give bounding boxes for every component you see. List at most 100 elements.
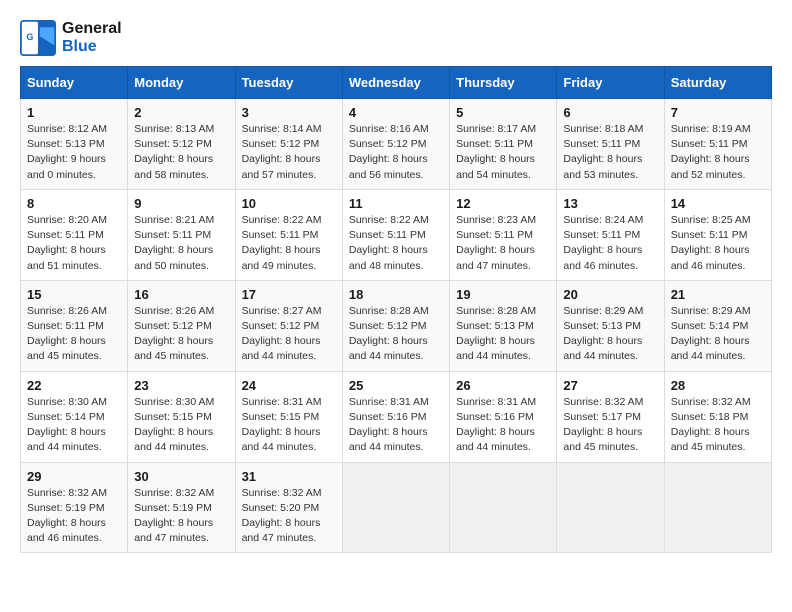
- weekday-header-thursday: Thursday: [450, 67, 557, 99]
- calendar-table: SundayMondayTuesdayWednesdayThursdayFrid…: [20, 66, 772, 553]
- day-detail: Sunrise: 8:17 AMSunset: 5:11 PMDaylight:…: [456, 122, 550, 183]
- calendar-cell: 7 Sunrise: 8:19 AMSunset: 5:11 PMDaylight…: [664, 99, 771, 190]
- day-detail: Sunrise: 8:29 AMSunset: 5:13 PMDaylight:…: [563, 304, 657, 365]
- calendar-cell: 28Sunrise: 8:32 AMSunset: 5:18 PMDayligh…: [664, 371, 771, 462]
- day-detail: Sunrise: 8:16 AMSunset: 5:12 PMDaylight:…: [349, 122, 443, 183]
- calendar-cell: 2 Sunrise: 8:13 AMSunset: 5:12 PMDaylight…: [128, 99, 235, 190]
- day-detail: Sunrise: 8:18 AMSunset: 5:11 PMDaylight:…: [563, 122, 657, 183]
- calendar-cell: 31 Sunrise: 8:32 AMSunset: 5:20 PMDayligh…: [235, 462, 342, 553]
- day-detail: Sunrise: 8:26 AMSunset: 5:11 PMDaylight:…: [27, 304, 121, 365]
- calendar-cell: 16Sunrise: 8:26 AMSunset: 5:12 PMDayligh…: [128, 280, 235, 371]
- day-number: 10: [242, 196, 336, 211]
- weekday-header-friday: Friday: [557, 67, 664, 99]
- calendar-cell: 22 Sunrise: 8:30 AMSunset: 5:14 PMDayligh…: [21, 371, 128, 462]
- day-detail: Sunrise: 8:22 AMSunset: 5:11 PMDaylight:…: [349, 213, 443, 274]
- day-number: 7: [671, 105, 765, 120]
- day-number: 8: [27, 196, 121, 211]
- weekday-header-row: SundayMondayTuesdayWednesdayThursdayFrid…: [21, 67, 772, 99]
- weekday-header-monday: Monday: [128, 67, 235, 99]
- day-number: 25: [349, 378, 443, 393]
- calendar-cell: 5 Sunrise: 8:17 AMSunset: 5:11 PMDaylight…: [450, 99, 557, 190]
- day-number: 4: [349, 105, 443, 120]
- weekday-header-saturday: Saturday: [664, 67, 771, 99]
- calendar-cell: 29Sunrise: 8:32 AMSunset: 5:19 PMDayligh…: [21, 462, 128, 553]
- day-number: 19: [456, 287, 550, 302]
- day-detail: Sunrise: 8:31 AMSunset: 5:16 PMDaylight:…: [456, 395, 550, 456]
- calendar-cell: 24 Sunrise: 8:31 AMSunset: 5:15 PMDayligh…: [235, 371, 342, 462]
- day-number: 6: [563, 105, 657, 120]
- calendar-cell: 30 Sunrise: 8:32 AMSunset: 5:19 PMDayligh…: [128, 462, 235, 553]
- day-detail: Sunrise: 8:28 AMSunset: 5:12 PMDaylight:…: [349, 304, 443, 365]
- calendar-cell: 14 Sunrise: 8:25 AMSunset: 5:11 PMDayligh…: [664, 189, 771, 280]
- day-detail: Sunrise: 8:32 AMSunset: 5:18 PMDaylight:…: [671, 395, 765, 456]
- day-number: 18: [349, 287, 443, 302]
- day-number: 5: [456, 105, 550, 120]
- day-detail: Sunrise: 8:27 AMSunset: 5:12 PMDaylight:…: [242, 304, 336, 365]
- calendar-cell: 20 Sunrise: 8:29 AMSunset: 5:13 PMDayligh…: [557, 280, 664, 371]
- calendar-cell: 23 Sunrise: 8:30 AMSunset: 5:15 PMDayligh…: [128, 371, 235, 462]
- day-number: 30: [134, 469, 228, 484]
- calendar-cell: 4 Sunrise: 8:16 AMSunset: 5:12 PMDaylight…: [342, 99, 449, 190]
- day-number: 23: [134, 378, 228, 393]
- calendar-cell: 6 Sunrise: 8:18 AMSunset: 5:11 PMDaylight…: [557, 99, 664, 190]
- calendar-cell: 8 Sunrise: 8:20 AMSunset: 5:11 PMDaylight…: [21, 189, 128, 280]
- day-number: 17: [242, 287, 336, 302]
- calendar-week-row: 1 Sunrise: 8:12 AMSunset: 5:13 PMDaylight…: [21, 99, 772, 190]
- day-detail: Sunrise: 8:21 AMSunset: 5:11 PMDaylight:…: [134, 213, 228, 274]
- day-detail: Sunrise: 8:14 AMSunset: 5:12 PMDaylight:…: [242, 122, 336, 183]
- day-detail: Sunrise: 8:30 AMSunset: 5:15 PMDaylight:…: [134, 395, 228, 456]
- calendar-cell: 27Sunrise: 8:32 AMSunset: 5:17 PMDayligh…: [557, 371, 664, 462]
- day-detail: Sunrise: 8:32 AMSunset: 5:17 PMDaylight:…: [563, 395, 657, 456]
- day-detail: Sunrise: 8:13 AMSunset: 5:12 PMDaylight:…: [134, 122, 228, 183]
- calendar-body: 1 Sunrise: 8:12 AMSunset: 5:13 PMDaylight…: [21, 99, 772, 553]
- day-number: 14: [671, 196, 765, 211]
- day-number: 24: [242, 378, 336, 393]
- calendar-cell: 18 Sunrise: 8:28 AMSunset: 5:12 PMDayligh…: [342, 280, 449, 371]
- calendar-cell: 9 Sunrise: 8:21 AMSunset: 5:11 PMDaylight…: [128, 189, 235, 280]
- day-number: 31: [242, 469, 336, 484]
- day-detail: Sunrise: 8:25 AMSunset: 5:11 PMDaylight:…: [671, 213, 765, 274]
- calendar-cell: 21 Sunrise: 8:29 AMSunset: 5:14 PMDayligh…: [664, 280, 771, 371]
- logo-icon: G: [20, 20, 56, 56]
- day-number: 20: [563, 287, 657, 302]
- day-detail: Sunrise: 8:24 AMSunset: 5:11 PMDaylight:…: [563, 213, 657, 274]
- day-number: 2: [134, 105, 228, 120]
- day-number: 9: [134, 196, 228, 211]
- calendar-cell: [557, 462, 664, 553]
- calendar-cell: 10 Sunrise: 8:22 AMSunset: 5:11 PMDayligh…: [235, 189, 342, 280]
- day-detail: Sunrise: 8:30 AMSunset: 5:14 PMDaylight:…: [27, 395, 121, 456]
- day-number: 22: [27, 378, 121, 393]
- calendar-week-row: 15Sunrise: 8:26 AMSunset: 5:11 PMDayligh…: [21, 280, 772, 371]
- day-detail: Sunrise: 8:31 AMSunset: 5:16 PMDaylight:…: [349, 395, 443, 456]
- calendar-cell: 15Sunrise: 8:26 AMSunset: 5:11 PMDayligh…: [21, 280, 128, 371]
- day-detail: Sunrise: 8:29 AMSunset: 5:14 PMDaylight:…: [671, 304, 765, 365]
- day-detail: Sunrise: 8:31 AMSunset: 5:15 PMDaylight:…: [242, 395, 336, 456]
- day-detail: Sunrise: 8:12 AMSunset: 5:13 PMDaylight:…: [27, 122, 121, 183]
- weekday-header-tuesday: Tuesday: [235, 67, 342, 99]
- calendar-cell: 17 Sunrise: 8:27 AMSunset: 5:12 PMDayligh…: [235, 280, 342, 371]
- calendar-cell: [450, 462, 557, 553]
- calendar-cell: [664, 462, 771, 553]
- calendar-cell: 3Sunrise: 8:14 AMSunset: 5:12 PMDaylight…: [235, 99, 342, 190]
- day-detail: Sunrise: 8:32 AMSunset: 5:20 PMDaylight:…: [242, 486, 336, 547]
- logo-text: General Blue: [62, 20, 122, 56]
- day-number: 21: [671, 287, 765, 302]
- calendar-week-row: 8 Sunrise: 8:20 AMSunset: 5:11 PMDaylight…: [21, 189, 772, 280]
- calendar-header: SundayMondayTuesdayWednesdayThursdayFrid…: [21, 67, 772, 99]
- day-detail: Sunrise: 8:23 AMSunset: 5:11 PMDaylight:…: [456, 213, 550, 274]
- weekday-header-wednesday: Wednesday: [342, 67, 449, 99]
- day-detail: Sunrise: 8:32 AMSunset: 5:19 PMDaylight:…: [27, 486, 121, 547]
- day-number: 1: [27, 105, 121, 120]
- day-detail: Sunrise: 8:32 AMSunset: 5:19 PMDaylight:…: [134, 486, 228, 547]
- calendar-cell: 12 Sunrise: 8:23 AMSunset: 5:11 PMDayligh…: [450, 189, 557, 280]
- day-detail: Sunrise: 8:22 AMSunset: 5:11 PMDaylight:…: [242, 213, 336, 274]
- day-number: 16: [134, 287, 228, 302]
- day-detail: Sunrise: 8:19 AMSunset: 5:11 PMDaylight:…: [671, 122, 765, 183]
- day-detail: Sunrise: 8:28 AMSunset: 5:13 PMDaylight:…: [456, 304, 550, 365]
- svg-text:G: G: [26, 32, 33, 42]
- day-detail: Sunrise: 8:20 AMSunset: 5:11 PMDaylight:…: [27, 213, 121, 274]
- day-number: 26: [456, 378, 550, 393]
- calendar-cell: 1 Sunrise: 8:12 AMSunset: 5:13 PMDaylight…: [21, 99, 128, 190]
- calendar-cell: 26 Sunrise: 8:31 AMSunset: 5:16 PMDayligh…: [450, 371, 557, 462]
- day-number: 12: [456, 196, 550, 211]
